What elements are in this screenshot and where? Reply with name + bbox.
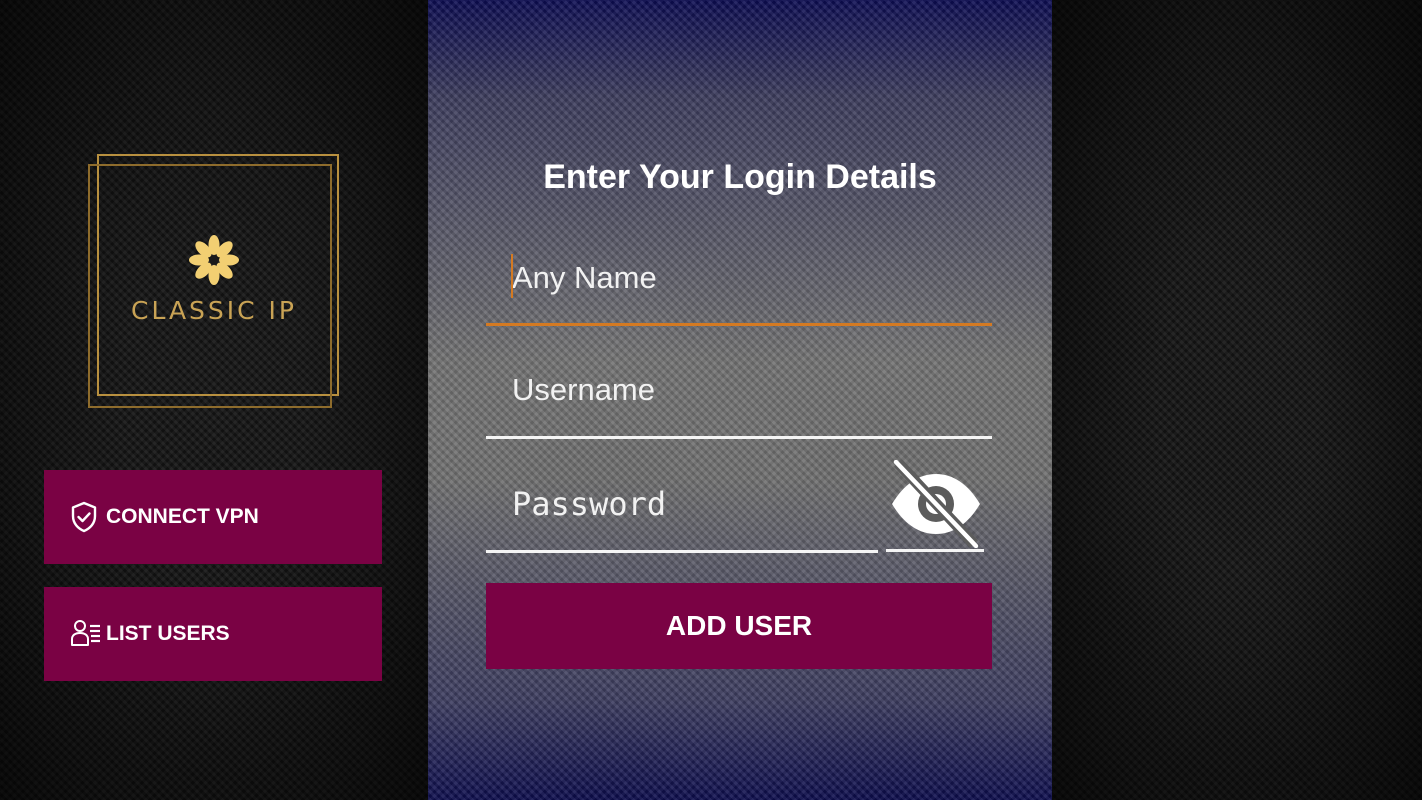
app-logo: CLASSIC IP bbox=[88, 154, 340, 408]
shield-check-icon bbox=[70, 501, 102, 533]
username-underline bbox=[486, 436, 992, 439]
password-visibility-toggle[interactable] bbox=[886, 459, 986, 553]
eye-off-icon bbox=[892, 459, 980, 549]
text-caret bbox=[511, 254, 513, 298]
logo-brand-text: CLASSIC IP bbox=[130, 296, 298, 325]
connect-vpn-label: CONNECT VPN bbox=[106, 505, 259, 528]
list-users-button[interactable]: LIST USERS bbox=[44, 587, 382, 681]
any-name-field-wrapper bbox=[486, 248, 992, 328]
username-field-wrapper bbox=[486, 360, 992, 442]
add-user-button[interactable]: ADD USER bbox=[486, 583, 992, 669]
form-title: Enter Your Login Details bbox=[543, 158, 937, 196]
any-name-input[interactable] bbox=[486, 248, 992, 308]
flower-icon bbox=[189, 235, 239, 285]
password-field-wrapper bbox=[486, 474, 878, 556]
connect-vpn-button[interactable]: CONNECT VPN bbox=[44, 470, 382, 564]
any-name-underline bbox=[486, 323, 992, 326]
right-panel bbox=[1052, 0, 1422, 800]
list-users-label: LIST USERS bbox=[106, 622, 230, 645]
password-input[interactable] bbox=[486, 474, 878, 534]
password-toggle-underline bbox=[886, 549, 984, 552]
password-underline bbox=[486, 550, 878, 553]
user-list-icon bbox=[70, 618, 102, 650]
username-input[interactable] bbox=[486, 360, 992, 420]
